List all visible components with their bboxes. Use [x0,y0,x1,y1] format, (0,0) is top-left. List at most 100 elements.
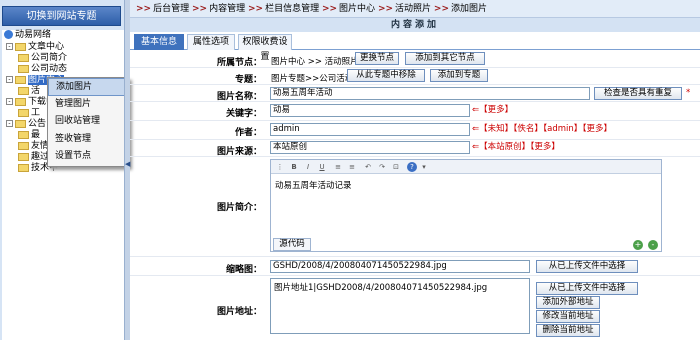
remove-special-button[interactable]: 从此专题中移除 [347,69,425,82]
tree-item-activity[interactable]: 活 [18,86,40,97]
folder-icon [15,75,26,84]
node-value: 图片中心 >> 活动照片 [271,57,359,67]
tree-root-label: 动易网络 [15,30,52,40]
delete-address-button[interactable]: 删除当前地址 [536,324,600,337]
bold-icon[interactable]: B [289,162,299,172]
tab-permissions[interactable]: 权限收费设置 [238,34,292,62]
tree-item-label: 公司简介 [31,53,68,63]
author-anon-link[interactable]: 【佚名】 [513,124,543,134]
folder-icon [18,152,29,161]
collapse-icon[interactable]: - [6,120,13,127]
add-special-button[interactable]: 添加到专题 [430,69,488,82]
menu-item-recycle-bin[interactable]: 回收站管理 [48,113,128,131]
keyword-input[interactable]: 动易 [270,104,470,117]
change-node-button[interactable]: 更换节点 [355,52,399,65]
toolbar-grip-icon: ⋮ [276,163,284,171]
help-icon[interactable]: ? [407,162,417,172]
tree-item-tools[interactable]: 工 [18,108,40,119]
folder-icon [18,86,29,95]
tree-item-label: 公告 [28,119,47,129]
shrink-editor-icon[interactable]: - [648,240,658,250]
author-admin-link[interactable]: 【admin】 [543,124,582,134]
address-select-button[interactable]: 从已上传文件中选择 [536,282,638,295]
menu-item-manage-photo[interactable]: 管理图片 [48,96,128,114]
address-label: 图片地址： [216,307,262,317]
underline-icon[interactable]: U [317,162,327,172]
editor-content[interactable]: 动易五周年活动记录 [275,179,352,191]
author-input[interactable]: admin [270,123,470,136]
tab-attributes[interactable]: 属性选项 [187,34,235,50]
tree-item-label: 公司动态 [31,64,68,74]
dropdown-icon[interactable]: ▾ [419,162,429,172]
row-divider [130,156,700,157]
breadcrumb-item[interactable]: 内容管理 [209,4,245,14]
context-menu: 添加图片 管理图片 回收站管理 签收管理 设置节点 [47,77,129,167]
address-list[interactable]: 图片地址1|GSHD2008/4/200804071450522984.jpg [270,278,530,334]
row-divider [130,256,700,257]
add-other-node-button[interactable]: 添加到其它节点 [405,52,485,65]
breadcrumb-arrow-icon: >> [433,4,450,14]
breadcrumb-item[interactable]: 后台管理 [153,4,189,14]
tree-item-label: 活 [31,86,41,96]
row-divider [130,120,700,121]
tree-item-company-intro[interactable]: 公司简介 [18,53,67,64]
intro-label: 图片简介： [216,203,262,213]
breadcrumb: >> 后台管理 >> 内容管理 >> 栏目信息管理 >> 图片中心 >> 活动照片 >> 添… [130,0,700,18]
source-original-link[interactable]: 【本站原创】 [479,142,530,152]
title-input[interactable]: 动易五周年活动 [270,87,590,100]
row-divider [130,101,700,102]
tree-item-notice[interactable]: - 公告 [6,119,46,130]
thumbnail-input[interactable]: GSHD/2008/4/200804071450522984.jpg [270,260,530,273]
author-unknown-link[interactable]: 【未知】 [479,124,513,134]
image-icon[interactable]: ⊡ [391,162,401,172]
collapse-icon[interactable]: - [6,43,13,50]
tree-item-label: 文章中心 [28,42,65,52]
check-duplicate-button[interactable]: 检查是否具有重复 [594,87,682,100]
page-title: 内容添加 [130,18,700,32]
breadcrumb-item[interactable]: 栏目信息管理 [265,4,319,14]
breadcrumb-arrow-icon: >> [377,4,394,14]
globe-icon [4,30,13,39]
author-more-link[interactable]: 【更多】 [582,124,612,134]
add-external-address-button[interactable]: 添加外部地址 [536,296,600,309]
special-value: 图片专题>>公司活动 [271,74,354,84]
menu-item-add-photo[interactable]: 添加图片 [48,78,128,96]
source-input[interactable]: 本站原创 [270,141,470,154]
tab-basic-info[interactable]: 基本信息 [134,34,184,50]
keyword-label: 关键字： [225,109,262,119]
source-more-link[interactable]: 【更多】 [530,142,560,152]
tree-root[interactable]: 动易网络 [4,30,51,41]
menu-item-sign-manage[interactable]: 签收管理 [48,131,128,149]
folder-icon [15,119,26,128]
address-item[interactable]: 图片地址1|GSHD2008/4/200804071450522984.jpg [274,281,526,293]
breadcrumb-item: 添加图片 [451,4,488,14]
folder-icon [18,141,29,150]
breadcrumb-arrow-icon: >> [136,4,152,14]
tree-item-label: 工 [31,108,41,118]
sidebar-splitter[interactable]: ◀ [124,0,130,340]
keyword-more-link[interactable]: 【更多】 [479,105,513,115]
keyword-tags: ⇐【更多】 [472,104,513,117]
unordered-list-icon[interactable]: ≡ [347,162,357,172]
breadcrumb-arrow-icon: >> [191,4,208,14]
rich-text-editor[interactable]: ⋮ B I U ≡ ≡ ↶ ↷ ⊡ ? ▾ 动易五周年活动记录 源代码 + - [270,159,662,252]
collapse-icon[interactable]: - [6,76,13,83]
menu-item-set-node[interactable]: 设置节点 [48,148,128,166]
italic-icon[interactable]: I [303,162,313,172]
required-mark: * [686,88,691,98]
source-code-button[interactable]: 源代码 [273,238,311,251]
redo-icon[interactable]: ↷ [377,162,387,172]
tree-item-company-news[interactable]: 公司动态 [18,64,67,75]
tree-item-latest[interactable]: 最 [18,130,40,141]
collapse-icon[interactable]: - [6,98,13,105]
breadcrumb-item[interactable]: 图片中心 [339,4,375,14]
tree-item-article[interactable]: - 文章中心 [6,42,64,53]
breadcrumb-item[interactable]: 活动照片 [395,4,431,14]
undo-icon[interactable]: ↶ [363,162,373,172]
expand-editor-icon[interactable]: + [633,240,643,250]
switch-site-special-button[interactable]: 切换到网站专题 [2,6,121,26]
edit-address-button[interactable]: 修改当前地址 [536,310,600,323]
ordered-list-icon[interactable]: ≡ [333,162,343,172]
collapse-arrow-icon[interactable]: ◀ [125,160,130,168]
thumbnail-select-button[interactable]: 从已上传文件中选择 [536,260,638,273]
